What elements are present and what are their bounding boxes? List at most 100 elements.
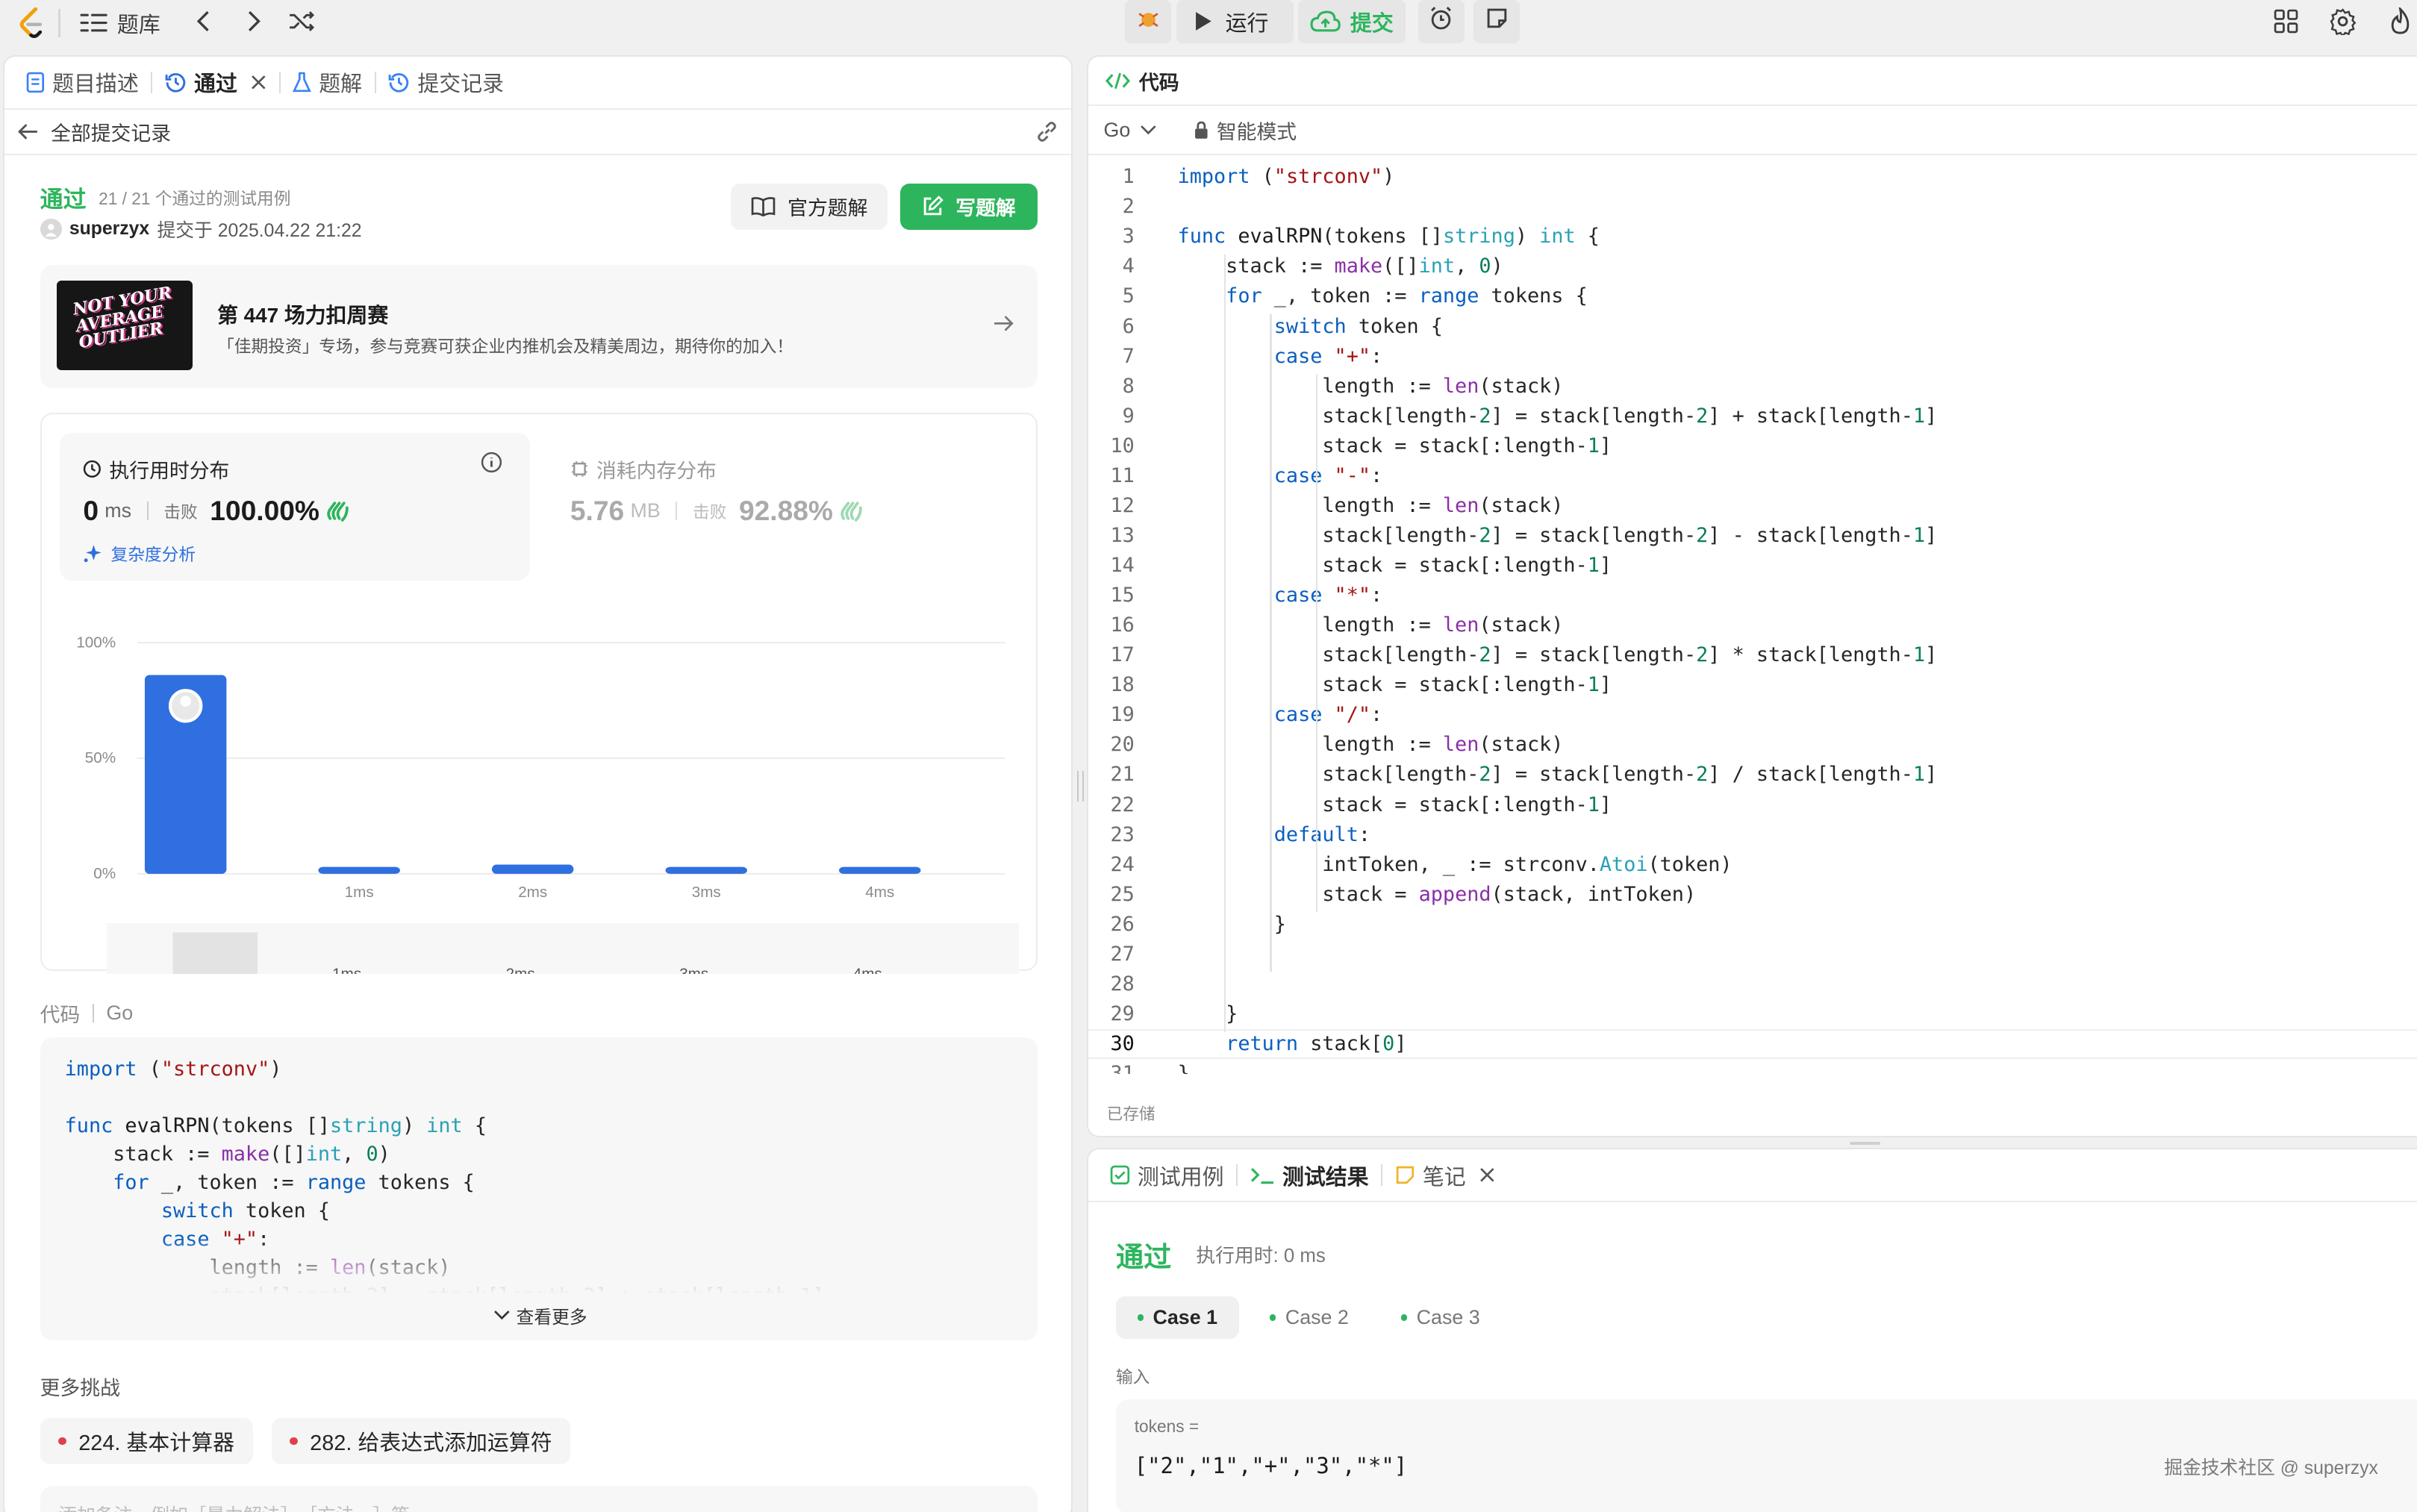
line-number: 6 (1122, 314, 1135, 338)
code-line[interactable]: 6 switch token { (1088, 311, 2417, 341)
code-line[interactable]: 16 length := len(stack) (1088, 610, 2417, 640)
alarm-clock-icon (1429, 6, 1453, 37)
debug-bug-button[interactable] (1125, 0, 1172, 43)
tab-testcase[interactable]: 测试用例 (1097, 1149, 1236, 1201)
close-icon[interactable] (1479, 1167, 1495, 1183)
code-line[interactable]: 22 stack = stack[:length-1] (1088, 790, 2417, 819)
shuffle-icon[interactable] (287, 6, 317, 37)
code-line[interactable]: 20 length := len(stack) (1088, 730, 2417, 760)
code-line[interactable]: 8 length := len(stack) (1088, 371, 2417, 401)
prev-problem-chevron-left-icon[interactable] (188, 6, 219, 37)
code-line[interactable]: 15 case "*": (1088, 581, 2417, 610)
case-tab-2[interactable]: Case 2 (1248, 1296, 1370, 1340)
code-line-text: case "-": (1273, 463, 1383, 487)
close-icon[interactable] (251, 75, 266, 90)
code-line[interactable]: 31} (1088, 1059, 2417, 1075)
view-more-button[interactable]: 查看更多 (493, 1302, 587, 1328)
bug-icon (1136, 6, 1161, 37)
contest-banner[interactable]: NOT YOUR AVERAGE OUTLIER 第 447 场力扣周赛 「佳期… (40, 265, 1038, 389)
code-line[interactable]: 23 default: (1088, 819, 2417, 849)
case-tab-1[interactable]: Case 1 (1115, 1296, 1239, 1340)
layout-grid-icon[interactable] (2269, 4, 2303, 38)
next-problem-chevron-right-icon[interactable] (239, 6, 269, 37)
code-line[interactable]: 30 return stack[0] (1088, 1028, 2417, 1059)
runtime-summary[interactable]: 执行用时分布 0 ms 击败 100.00% 复杂度分析 (60, 433, 531, 581)
smart-mode-toggle[interactable]: 智能模式 (1194, 116, 1297, 145)
code-line[interactable]: 19 case "/": (1088, 700, 2417, 730)
challenge-item[interactable]: 224. 基本计算器 (40, 1417, 253, 1464)
code-editor[interactable]: 1 import ("strconv") 2 3 func evalRPN(tokens… (1088, 162, 2417, 1074)
indent-guide (1270, 314, 1272, 972)
code-line[interactable]: 5 for _, token := range tokens { (1088, 281, 2417, 311)
code-line-text: switch token { (1273, 314, 1443, 338)
language-select[interactable]: Go (1103, 119, 1156, 142)
editor-panel: 代码 Go 智能模式 1 import ("strconv") 2 3 func eva… (1086, 55, 2417, 1137)
username[interactable]: superzyx (69, 219, 149, 240)
tab-test-result[interactable]: 测试结果 (1238, 1149, 1381, 1201)
code-line[interactable]: 13 stack[length-2] = stack[length-2] - s… (1088, 520, 2417, 550)
code-line[interactable]: 12 length := len(stack) (1088, 490, 2417, 520)
line-number: 23 (1110, 822, 1135, 846)
official-solution-button[interactable]: 官方题解 (730, 183, 888, 230)
code-line[interactable]: 3 func evalRPN(tokens []string) int { (1088, 222, 2417, 252)
code-preview-line (65, 1084, 825, 1112)
case-tab-3[interactable]: Case 3 (1379, 1296, 1501, 1340)
line-number: 1 (1122, 165, 1135, 189)
arrow-left-icon[interactable] (17, 122, 39, 141)
code-line[interactable]: 10 stack = stack[:length-1] (1088, 431, 2417, 460)
input-var-name: tokens = (1134, 1416, 1200, 1436)
tab-submissions[interactable]: 提交记录 (376, 57, 517, 108)
submit-button[interactable]: 提交 (1297, 0, 1406, 43)
link-icon[interactable] (1035, 119, 1059, 144)
code-line[interactable]: 29 } (1088, 999, 2417, 1028)
code-line[interactable]: 9 stack[length-2] = stack[length-2] + st… (1088, 401, 2417, 431)
code-line[interactable]: 24 intToken, _ := strconv.Atoi(token) (1088, 849, 2417, 879)
line-number: 3 (1122, 225, 1135, 249)
code-line[interactable]: 27 (1088, 939, 2417, 969)
code-line[interactable]: 21 stack[length-2] = stack[length-2] / s… (1088, 760, 2417, 790)
history-icon (165, 72, 187, 93)
code-line-text: } (1177, 1002, 1238, 1025)
back-bar: 全部提交记录 (4, 110, 1072, 156)
code-line[interactable]: 17 stack[length-2] = stack[length-2] * s… (1088, 640, 2417, 670)
chevron-down-icon (1140, 125, 1157, 135)
gear-icon[interactable] (2326, 4, 2360, 38)
info-icon[interactable] (481, 452, 502, 473)
tab-description[interactable]: 题目描述 (14, 57, 152, 108)
code-line[interactable]: 11 case "-": (1088, 460, 2417, 490)
leetcode-logo-icon[interactable] (16, 6, 49, 40)
code-line[interactable]: 14 stack = stack[:length-1] (1088, 551, 2417, 581)
editor-header: 代码 (1088, 57, 2417, 107)
note-button[interactable] (1473, 0, 1521, 43)
code-line[interactable]: 4 stack := make([]int, 0) (1088, 252, 2417, 281)
vertical-resize-handle[interactable] (1077, 770, 1084, 802)
timer-button[interactable] (1418, 0, 1465, 43)
run-label: 运行 (1225, 11, 1269, 36)
write-solution-button[interactable]: 写题解 (899, 183, 1038, 230)
horizontal-resize-handle[interactable] (1850, 1142, 1881, 1146)
all-submissions-link[interactable]: 全部提交记录 (51, 117, 171, 146)
problem-list-button[interactable]: 题库 (80, 4, 160, 42)
code-line[interactable]: 28 (1088, 969, 2417, 999)
code-line-text: func evalRPN(tokens []string) int { (1177, 225, 1600, 249)
code-line[interactable]: 18 stack = stack[:length-1] (1088, 670, 2417, 700)
note-input[interactable]: 添加备注，例如［暴力解法］，［方法一］等 (40, 1485, 1038, 1512)
tab-notes[interactable]: 笔记 (1382, 1149, 1507, 1201)
complexity-analysis-link[interactable]: 复杂度分析 (83, 541, 196, 566)
code-line[interactable]: 7 case "+": (1088, 341, 2417, 371)
tab-accepted[interactable]: 通过 (152, 57, 278, 108)
challenge-item[interactable]: 282. 给表达式添加运算符 (271, 1417, 571, 1464)
code-line[interactable]: 26 } (1088, 909, 2417, 939)
avatar[interactable] (40, 218, 62, 240)
more-challenges-label: 更多挑战 (40, 1376, 120, 1399)
tab-solutions[interactable]: 题解 (281, 57, 375, 108)
fire-icon[interactable] (2383, 4, 2416, 38)
run-button[interactable]: 运行 (1176, 0, 1294, 43)
memory-summary[interactable]: 消耗内存分布 5.76 MB 击败 92.88% (547, 433, 1017, 581)
code-section-lang: Go (106, 1002, 134, 1025)
code-line[interactable]: 2 (1088, 192, 2417, 222)
list-icon (80, 10, 108, 35)
code-line[interactable]: 25 stack = append(stack, intToken) (1088, 879, 2417, 909)
code-line-text: } (1177, 1062, 1190, 1075)
code-line[interactable]: 1 import ("strconv") (1088, 162, 2417, 192)
